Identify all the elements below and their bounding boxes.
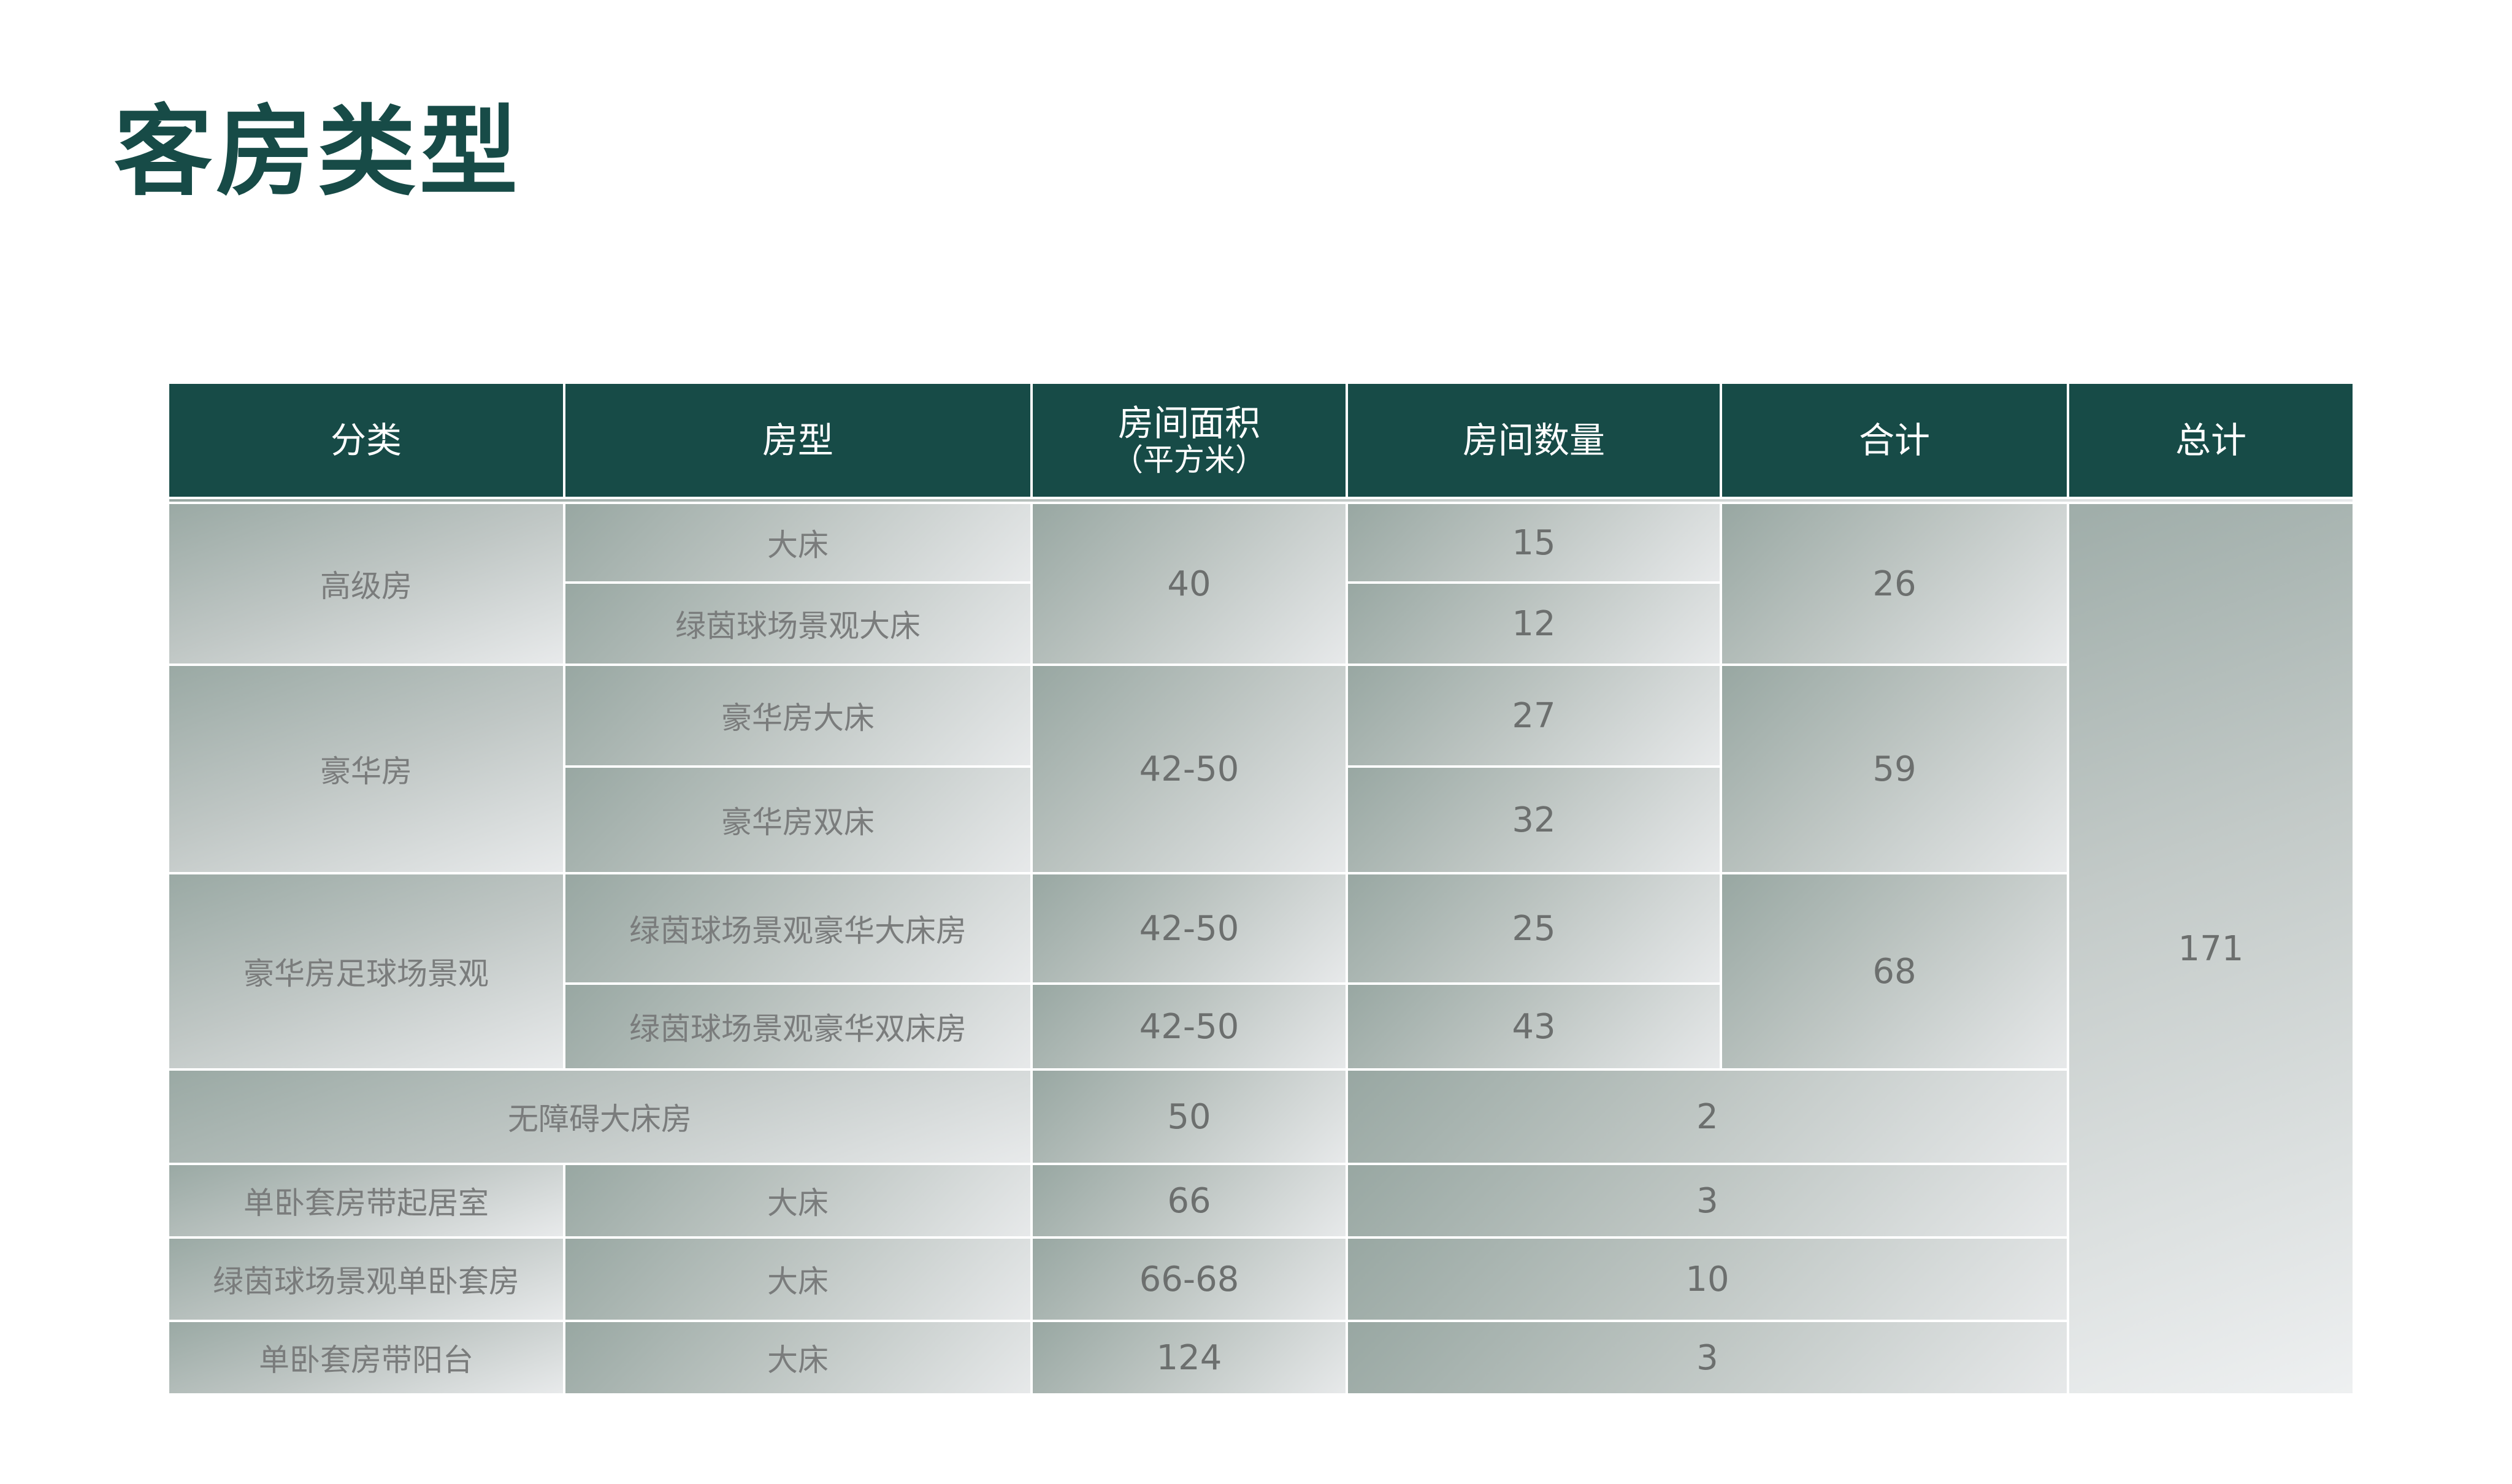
- category-cell: 豪华房足球场景观: [169, 874, 563, 1068]
- table-row: 豪华房 豪华房大床 42-50 27 59: [169, 666, 2353, 872]
- header-area-label: 房间面积: [1117, 402, 1260, 444]
- area-cell: 124: [1033, 1322, 1346, 1393]
- header-area: 房间面积 （平方米）: [1033, 384, 1346, 497]
- header-subtotal: 合计: [1722, 384, 2067, 497]
- count-cell: 2: [1348, 1071, 2067, 1163]
- header-divider: [169, 499, 2353, 502]
- table-row: 单卧套房带起居室 大床 66 3: [169, 1165, 2353, 1236]
- count-cell: 12: [1348, 584, 1720, 664]
- category-cell: 高级房: [169, 504, 563, 664]
- page-title: 客房类型: [114, 94, 522, 209]
- count-cell: 25: [1348, 874, 1720, 982]
- subtotal-cell: 26: [1722, 504, 2067, 664]
- area-cell: 66-68: [1033, 1239, 1346, 1320]
- room-type-cell: 绿茵球场景观豪华双床房: [565, 985, 1030, 1068]
- room-type-cell: 豪华房大床: [565, 666, 1030, 765]
- subtotal-cell: 68: [1722, 874, 2067, 1068]
- area-cell: 42-50: [1033, 874, 1346, 982]
- table-row: 绿茵球场景观单卧套房 大床 66-68 10: [169, 1239, 2353, 1320]
- table-row: 单卧套房带阳台 大床 124 3: [169, 1322, 2353, 1393]
- room-types-table: 分类 房型 房间面积 （平方米） 房间数量 合计 总计 高级房 大床 40 15…: [167, 381, 2355, 1396]
- grand-total-cell: 171: [2069, 504, 2353, 1393]
- count-cell: 10: [1348, 1239, 2067, 1320]
- room-type-cell: 大床: [565, 1165, 1030, 1236]
- table-header-row: 分类 房型 房间面积 （平方米） 房间数量 合计 总计: [169, 384, 2353, 497]
- header-area-unit: （平方米）: [1112, 442, 1266, 478]
- area-cell: 50: [1033, 1071, 1346, 1163]
- subtotal-cell: 59: [1722, 666, 2067, 872]
- category-cell: 绿茵球场景观单卧套房: [169, 1239, 563, 1320]
- area-cell: 40: [1033, 504, 1346, 664]
- table-row: 高级房 大床 40 15 26 171: [169, 504, 2353, 1393]
- room-type-cell: 大床: [565, 504, 1030, 581]
- header-total: 总计: [2069, 384, 2353, 497]
- header-room-type: 房型: [565, 384, 1030, 497]
- count-cell: 27: [1348, 666, 1720, 765]
- category-cell: 单卧套房带起居室: [169, 1165, 563, 1236]
- table-row: 无障碍大床房 50 2: [169, 1071, 2353, 1163]
- category-cell: 豪华房: [169, 666, 563, 872]
- count-cell: 43: [1348, 985, 1720, 1068]
- room-type-cell: 豪华房双床: [565, 768, 1030, 872]
- category-cell: 单卧套房带阳台: [169, 1322, 563, 1393]
- room-type-cell: 绿茵球场景观豪华大床房: [565, 874, 1030, 982]
- accessible-room-cell: 无障碍大床房: [169, 1071, 1030, 1163]
- count-cell: 3: [1348, 1322, 2067, 1393]
- count-cell: 15: [1348, 504, 1720, 581]
- area-cell: 42-50: [1033, 985, 1346, 1068]
- header-room-count: 房间数量: [1348, 384, 1720, 497]
- room-type-cell: 大床: [565, 1239, 1030, 1320]
- area-cell: 42-50: [1033, 666, 1346, 872]
- header-category: 分类: [169, 384, 563, 497]
- count-cell: 32: [1348, 768, 1720, 872]
- area-cell: 66: [1033, 1165, 1346, 1236]
- table-row: 豪华房足球场景观 绿茵球场景观豪华大床房 42-50 25 68: [169, 874, 2353, 1068]
- count-cell: 3: [1348, 1165, 2067, 1236]
- room-type-cell: 大床: [565, 1322, 1030, 1393]
- room-type-cell: 绿茵球场景观大床: [565, 584, 1030, 664]
